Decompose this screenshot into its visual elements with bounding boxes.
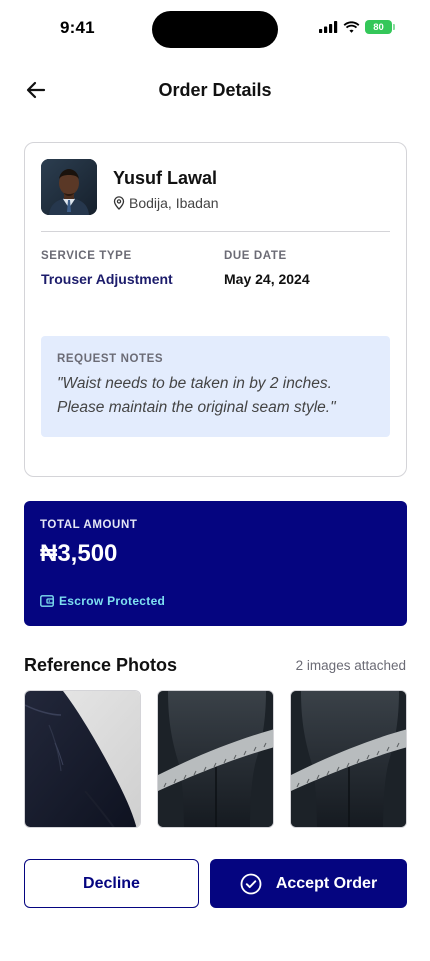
reference-photos-title: Reference Photos — [24, 655, 178, 675]
escrow-text: Escrow Protected — [59, 594, 166, 608]
avatar — [41, 159, 97, 215]
reference-photos-count: 2 images attached — [295, 658, 406, 673]
order-summary-card: Yusuf Lawal Bodija, Ibadan SERVICE TYPE … — [24, 142, 407, 477]
request-notes: REQUEST NOTES "Waist needs to be taken i… — [41, 336, 390, 437]
dynamic-island — [152, 11, 278, 48]
cellular-signal-icon — [319, 21, 338, 33]
battery-indicator: 80 — [365, 20, 395, 34]
reference-photo-1[interactable] — [24, 690, 141, 828]
check-circle-icon — [240, 873, 262, 894]
reference-photo-3[interactable] — [290, 690, 407, 828]
due-date-label: DUE DATE — [224, 250, 287, 262]
due-date-value: May 24, 2024 — [224, 271, 310, 287]
wallet-icon — [40, 595, 54, 607]
reference-photo-2[interactable] — [157, 690, 274, 828]
accept-order-button[interactable]: Accept Order — [210, 859, 407, 908]
customer-location: Bodija, Ibadan — [113, 195, 219, 211]
decline-button-label: Decline — [83, 874, 140, 892]
service-type-label: SERVICE TYPE — [41, 250, 132, 262]
header: Order Details — [0, 70, 430, 110]
escrow-badge: Escrow Protected — [40, 594, 165, 608]
total-amount-card: TOTAL AMOUNT ₦3,500 Escrow Protected — [24, 501, 407, 626]
status-bar: 9:41 80 — [0, 0, 430, 56]
page-title: Order Details — [158, 80, 272, 100]
customer-name: Yusuf Lawal — [113, 168, 218, 188]
status-time: 9:41 — [60, 18, 95, 37]
map-pin-icon — [113, 196, 125, 210]
total-amount-value: ₦3,500 — [40, 540, 118, 567]
accept-order-button-label: Accept Order — [275, 874, 378, 892]
decline-button[interactable]: Decline — [24, 859, 199, 908]
divider — [41, 231, 390, 232]
service-type-value: Trouser Adjustment — [41, 271, 173, 287]
request-notes-text: "Waist needs to be taken in by 2 inches.… — [57, 375, 336, 416]
battery-level: 80 — [373, 21, 384, 33]
total-amount-label: TOTAL AMOUNT — [40, 519, 138, 531]
status-icons: 80 — [319, 20, 395, 34]
wifi-icon — [343, 21, 360, 33]
location-text: Bodija, Ibadan — [129, 195, 219, 211]
request-notes-label: REQUEST NOTES — [57, 353, 164, 365]
